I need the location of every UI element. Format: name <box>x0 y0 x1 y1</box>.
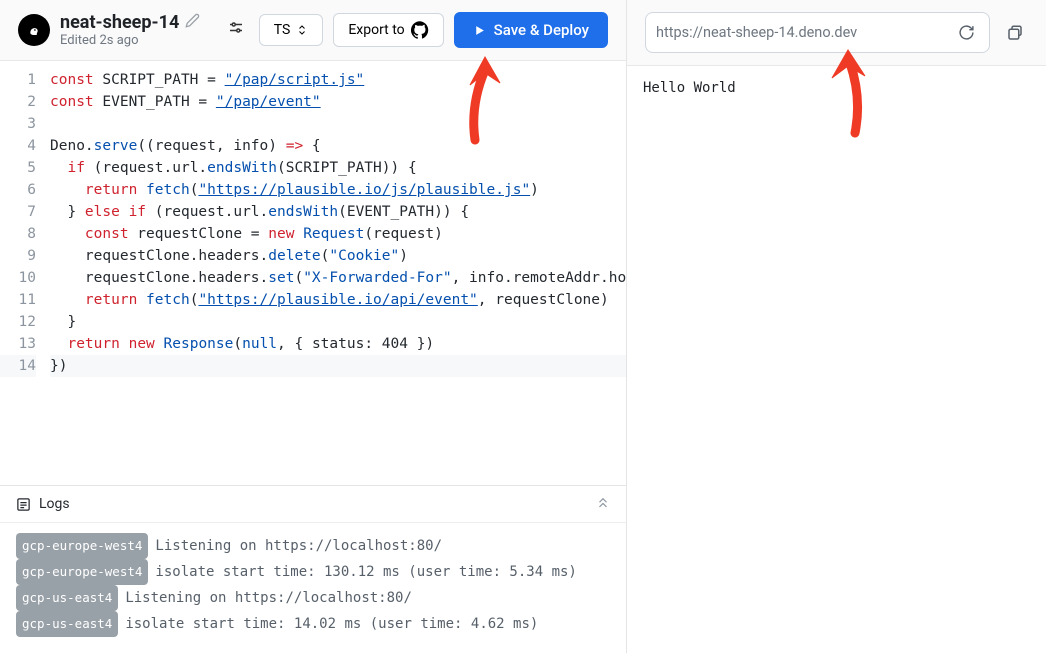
line-number: 4 <box>0 135 36 157</box>
language-select[interactable]: TS <box>259 14 324 46</box>
settings-button[interactable] <box>223 16 249 45</box>
github-icon <box>411 21 429 39</box>
log-line: gcp-europe-west4 Listening on https://loc… <box>16 533 610 559</box>
log-message: isolate start time: 130.12 ms (user time… <box>155 560 576 584</box>
code-line[interactable]: const requestClone = new Request(request… <box>50 223 626 245</box>
log-line: gcp-us-east4 isolate start time: 14.02 ms… <box>16 611 610 637</box>
preview-output: Hello World <box>627 66 1046 110</box>
code-line[interactable]: const SCRIPT_PATH = "/pap/script.js" <box>50 69 626 91</box>
line-number: 5 <box>0 157 36 179</box>
log-line: gcp-us-east4 Listening on https://localho… <box>16 585 610 611</box>
chevron-updown-icon <box>296 24 308 36</box>
line-number: 10 <box>0 267 36 289</box>
line-number: 7 <box>0 201 36 223</box>
collapse-icon[interactable] <box>596 497 610 511</box>
region-badge: gcp-europe-west4 <box>16 559 148 585</box>
log-message: Listening on https://localhost:80/ <box>125 586 412 610</box>
line-number: 12 <box>0 311 36 333</box>
region-badge: gcp-us-east4 <box>16 585 118 611</box>
code-line[interactable]: } <box>50 311 626 333</box>
project-title: neat-sheep-14 <box>60 12 179 33</box>
code-line[interactable]: const EVENT_PATH = "/pap/event" <box>50 91 626 113</box>
line-number: 8 <box>0 223 36 245</box>
external-icon <box>1006 24 1024 42</box>
code-line[interactable]: requestClone.headers.set("X-Forwarded-Fo… <box>50 267 626 289</box>
export-button[interactable]: Export to <box>333 13 443 47</box>
reload-icon <box>958 24 975 41</box>
code-line[interactable]: requestClone.headers.delete("Cookie") <box>50 245 626 267</box>
open-external-button[interactable] <box>1002 20 1028 46</box>
line-number: 3 <box>0 113 36 135</box>
line-number: 2 <box>0 91 36 113</box>
language-label: TS <box>274 22 291 38</box>
line-number: 14 <box>0 355 36 377</box>
project-subtitle: Edited 2s ago <box>60 33 200 48</box>
region-badge: gcp-us-east4 <box>16 611 118 637</box>
save-deploy-label: Save & Deploy <box>494 21 589 39</box>
line-number: 9 <box>0 245 36 267</box>
edit-title-icon[interactable] <box>185 13 200 32</box>
logs-header[interactable]: Logs <box>0 486 626 523</box>
play-icon <box>473 24 486 37</box>
code-line[interactable]: return new Response(null, { status: 404 … <box>50 333 626 355</box>
preview-toolbar <box>627 0 1046 66</box>
code-line[interactable]: return fetch("https://plausible.io/api/e… <box>50 289 626 311</box>
export-label: Export to <box>348 22 404 38</box>
preview-url-input[interactable] <box>656 24 946 41</box>
code-line[interactable]: } else if (request.url.endsWith(EVENT_PA… <box>50 201 626 223</box>
region-badge: gcp-europe-west4 <box>16 533 148 559</box>
save-deploy-button[interactable]: Save & Deploy <box>454 12 608 48</box>
log-message: Listening on https://localhost:80/ <box>155 534 442 558</box>
logs-title: Logs <box>39 496 70 512</box>
log-message: isolate start time: 14.02 ms (user time:… <box>125 612 538 636</box>
line-number: 11 <box>0 289 36 311</box>
line-number: 1 <box>0 69 36 91</box>
editor-toolbar: neat-sheep-14 Edited 2s ago TS Export to <box>0 0 626 61</box>
sliders-icon <box>227 20 245 38</box>
code-line[interactable]: if (request.url.endsWith(SCRIPT_PATH)) { <box>50 157 626 179</box>
line-number: 13 <box>0 333 36 355</box>
code-line[interactable]: Deno.serve((request, info) => { <box>50 135 626 157</box>
code-line[interactable]: return fetch("https://plausible.io/js/pl… <box>50 179 626 201</box>
logs-panel: Logs gcp-europe-west4Listening on https:… <box>0 485 626 653</box>
code-line[interactable] <box>50 113 626 135</box>
log-line: gcp-europe-west4 isolate start time: 130.… <box>16 559 610 585</box>
logs-icon <box>16 497 31 512</box>
code-line[interactable]: }) <box>50 355 626 377</box>
code-editor[interactable]: 1234567891011121314 const SCRIPT_PATH = … <box>0 61 626 485</box>
reload-button[interactable] <box>954 20 979 45</box>
line-number: 6 <box>0 179 36 201</box>
preview-url-bar[interactable] <box>645 12 990 53</box>
deno-logo <box>18 14 50 46</box>
